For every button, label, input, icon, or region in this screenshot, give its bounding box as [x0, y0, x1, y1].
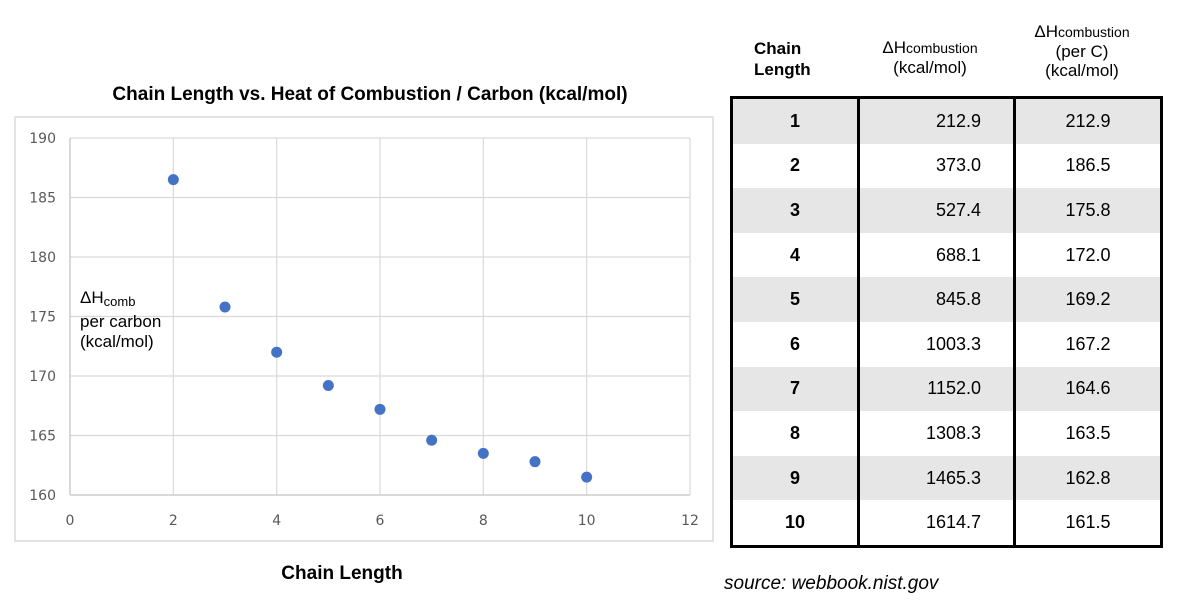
- data-point: [374, 403, 386, 415]
- cell-chain-length: 5: [731, 277, 859, 322]
- cell-chain-length: 1: [731, 97, 859, 144]
- cell-chain-length: 8: [789, 422, 800, 443]
- cell-chain-length: 7: [731, 366, 859, 412]
- x-tick-label: 8: [479, 513, 488, 529]
- header-dh-combustion: ΔHcombustion (kcal/mol): [860, 38, 1000, 77]
- cell-dh-per-carbon: 167.2: [1013, 321, 1162, 367]
- x-tick-label: 6: [376, 513, 385, 529]
- cell-dh-total: 527.4: [857, 188, 1015, 233]
- y-tick-label: 190: [29, 131, 56, 147]
- data-point: [426, 434, 438, 446]
- y-tick-label: 170: [29, 369, 56, 385]
- header-chain-length-line1: Chain: [754, 39, 802, 58]
- cell-dh-total: 1152.0: [857, 366, 1015, 412]
- table-row: 9 1465.3 162.8: [731, 455, 1162, 501]
- table-row: 8 1308.3 163.5: [732, 411, 1162, 456]
- x-tick-label: 4: [272, 513, 281, 529]
- cell-dh-total: 373.0: [857, 143, 1015, 189]
- cell-dh-per-carbon: 172.0: [1013, 232, 1162, 278]
- table-row: 3 527.4 175.8: [731, 188, 1162, 233]
- header-dhc-unit: (kcal/mol): [1045, 61, 1119, 80]
- cell-dh-total: 1465.3: [857, 455, 1015, 501]
- cell-chain-length: 2: [789, 155, 800, 176]
- combustion-table: 1 212.9 212.9 2 373.0 186.5 3 527.4 175.8 4 688.1 1…: [730, 96, 1163, 548]
- data-point: [219, 301, 231, 313]
- y-axis-label-subscript: comb: [103, 294, 136, 309]
- cell-dh-per-carbon: 164.6: [1013, 366, 1162, 412]
- cell-chain-length: 9: [731, 455, 859, 501]
- cell-dh-total: 845.8: [857, 277, 1015, 322]
- cell-dh-total: 1308.3: [857, 411, 1015, 456]
- cell-dh-per-carbon: 162.8: [1013, 455, 1162, 501]
- y-axis-label-symbol: ΔH: [80, 288, 104, 307]
- scatter-plot: 160 165 170 175 180 185 190 0 2 4 6 8 10 12: [29, 131, 699, 529]
- y-tick-label: 185: [29, 191, 56, 207]
- table-header: Chain Length ΔHcombustion (kcal/mol) ΔHc…: [730, 0, 1170, 96]
- x-axis-label: Chain Length: [281, 563, 403, 584]
- x-tick-label: 12: [681, 513, 699, 529]
- cell-dh-total: 212.9: [857, 97, 1015, 144]
- table-row: 6 1003.3 167.2: [732, 321, 1162, 367]
- cell-chain-length: 4: [789, 244, 800, 265]
- y-axis-label: ΔHcomb per carbon (kcal/mol): [80, 288, 161, 352]
- data-point: [271, 346, 283, 358]
- cell-chain-length: 10: [784, 512, 806, 533]
- header-chain-length-line2: Length: [754, 60, 811, 79]
- cell-chain-length: 6: [789, 333, 800, 354]
- x-tick-label: 10: [578, 513, 596, 529]
- data-point: [529, 456, 541, 468]
- table-row: 5 845.8 169.2: [731, 277, 1162, 322]
- cell-dh-per-carbon: 186.5: [1013, 143, 1162, 189]
- header-dh-symbol: ΔH: [882, 38, 907, 57]
- table-row: 7 1152.0 164.6: [731, 366, 1162, 412]
- y-axis-label-line2: per carbon: [80, 312, 162, 331]
- cell-dh-per-carbon: 163.5: [1013, 411, 1162, 456]
- table-row: 2 373.0 186.5: [732, 143, 1162, 189]
- y-tick-label: 175: [29, 310, 56, 326]
- header-chain-length: Chain Length: [754, 38, 811, 80]
- header-dh-per-carbon: ΔHcombustion (per C) (kcal/mol): [1012, 22, 1152, 80]
- data-point: [322, 380, 334, 392]
- table-row: 4 688.1 172.0: [732, 232, 1162, 278]
- cell-dh-total: 1614.7: [857, 500, 1015, 547]
- y-tick-label: 165: [29, 429, 56, 445]
- y-axis-label-line3: (kcal/mol): [80, 332, 154, 351]
- cell-dh-per-carbon: 212.9: [1013, 97, 1162, 144]
- y-tick-label: 160: [29, 488, 56, 504]
- x-tick-label: 2: [169, 513, 178, 529]
- cell-dh-total: 1003.3: [857, 321, 1015, 367]
- source-note: source: webbook.nist.gov: [724, 573, 939, 594]
- header-dh-unit: (kcal/mol): [893, 58, 967, 77]
- header-dhc-sub: combustion: [1058, 24, 1130, 40]
- header-dh-sub: combustion: [906, 40, 978, 56]
- table-row: 1 212.9 212.9: [731, 97, 1162, 144]
- y-tick-label: 180: [29, 250, 56, 266]
- header-dhc-symbol: ΔH: [1034, 22, 1059, 41]
- x-tick-label: 0: [66, 513, 75, 529]
- data-point: [167, 174, 179, 186]
- data-point: [581, 471, 593, 483]
- header-dhc-qualifier: (per C): [1055, 42, 1109, 61]
- table-row: 10 1614.7 161.5: [732, 500, 1162, 547]
- cell-chain-length: 3: [731, 188, 859, 233]
- cell-dh-per-carbon: 169.2: [1013, 277, 1162, 322]
- cell-dh-per-carbon: 175.8: [1013, 188, 1162, 233]
- cell-dh-per-carbon: 161.5: [1013, 500, 1162, 547]
- cell-dh-total: 688.1: [857, 232, 1015, 278]
- data-point: [477, 447, 489, 459]
